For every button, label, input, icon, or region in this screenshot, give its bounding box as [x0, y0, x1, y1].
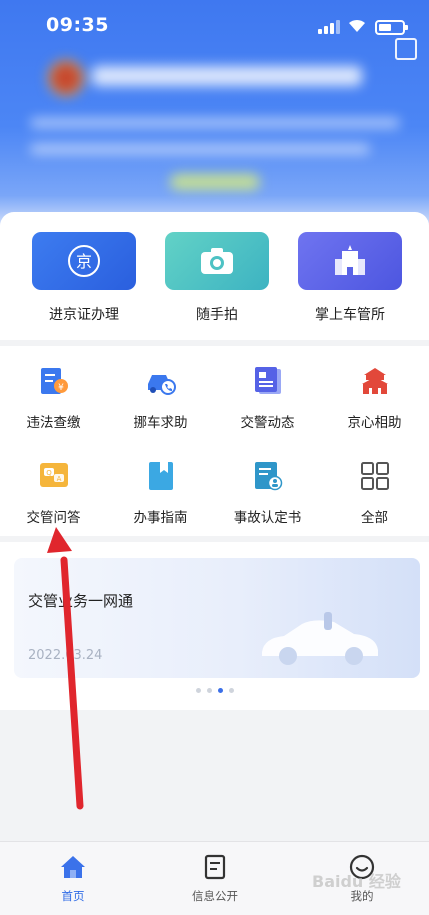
- tiananmen-icon: [362, 368, 388, 394]
- service-violation[interactable]: ¥ 违法查缴: [0, 346, 107, 436]
- promo-slide[interactable]: 交管业务一网通 2022.03.24: [14, 558, 420, 678]
- vehicle-office-label: 掌上车管所: [315, 307, 385, 323]
- tab-info-disclosure[interactable]: 信息公开: [160, 850, 270, 908]
- carousel-dots[interactable]: [196, 688, 236, 694]
- violation-payment-icon: ¥: [41, 368, 68, 394]
- home-icon: [61, 856, 85, 878]
- tab-home[interactable]: 首页: [18, 850, 128, 908]
- snapshot-button[interactable]: [165, 232, 269, 290]
- vehicle-office-button[interactable]: [298, 232, 402, 290]
- qa-chat-icon: Q A: [40, 463, 68, 487]
- promo-title: 交管业务一网通: [28, 592, 134, 610]
- service-jingxin-help-label: 京心相助: [347, 415, 402, 431]
- document-icon: [204, 854, 226, 880]
- service-violation-label: 违法查缴: [26, 415, 81, 431]
- battery-icon: [375, 20, 408, 35]
- services-grid: ¥ 违法查缴 挪车求助 交警动态 京心相助 Q A 交管问答 办事指南 事故认定…: [0, 346, 429, 536]
- service-police-news[interactable]: 交警动态: [214, 346, 321, 436]
- camera-icon: [201, 248, 233, 274]
- grid-all-icon: [361, 462, 389, 490]
- snapshot-label: 随手拍: [196, 307, 238, 323]
- svg-text:京: 京: [76, 252, 92, 271]
- service-accident-report-label: 事故认定书: [233, 510, 302, 526]
- jing-badge-icon: 京: [68, 245, 100, 277]
- tab-info-disclosure-label: 信息公开: [192, 889, 238, 903]
- svg-text:Q: Q: [46, 469, 52, 477]
- police-emblem-icon: [48, 60, 84, 96]
- service-all-label: 全部: [361, 510, 388, 526]
- svg-text:¥: ¥: [58, 383, 64, 393]
- status-bar: 09:35: [0, 0, 429, 52]
- cellular-signal-icon: [318, 20, 340, 34]
- promo-date: 2022.03.24: [28, 648, 103, 663]
- news-icon: [255, 367, 281, 394]
- banner-content-blurred: [0, 50, 429, 220]
- guide-book-icon: [149, 462, 173, 490]
- move-car-call-icon: [148, 375, 176, 395]
- watermark-text: Baidu 经验: [312, 872, 401, 891]
- jing-permit-label: 进京证办理: [49, 307, 119, 323]
- service-qa-label: 交管问答: [26, 510, 81, 526]
- service-police-news-label: 交警动态: [240, 415, 295, 431]
- jing-permit-button[interactable]: 京: [32, 232, 136, 290]
- service-move-car[interactable]: 挪车求助: [107, 346, 214, 436]
- svg-text:A: A: [57, 475, 62, 483]
- service-all[interactable]: 全部: [321, 441, 428, 531]
- promo-carousel: 交管业务一网通 2022.03.24: [0, 542, 429, 710]
- service-accident-report[interactable]: 事故认定书: [214, 441, 321, 531]
- service-guide[interactable]: 办事指南: [107, 441, 214, 531]
- header-banner[interactable]: 09:35: [0, 0, 429, 230]
- car-illustration: [262, 612, 378, 665]
- service-jingxin-help[interactable]: 京心相助: [321, 346, 428, 436]
- service-guide-label: 办事指南: [133, 510, 188, 526]
- accident-document-icon: [255, 462, 283, 491]
- tab-home-label: 首页: [61, 889, 85, 903]
- service-move-car-label: 挪车求助: [133, 415, 188, 431]
- building-icon: [335, 245, 365, 275]
- quick-actions-card: 京 进京证办理 随手拍 掌上车管所: [0, 212, 429, 340]
- status-time: 09:35: [46, 14, 109, 36]
- wifi-icon: [349, 19, 365, 32]
- service-qa[interactable]: Q A 交管问答: [0, 441, 107, 531]
